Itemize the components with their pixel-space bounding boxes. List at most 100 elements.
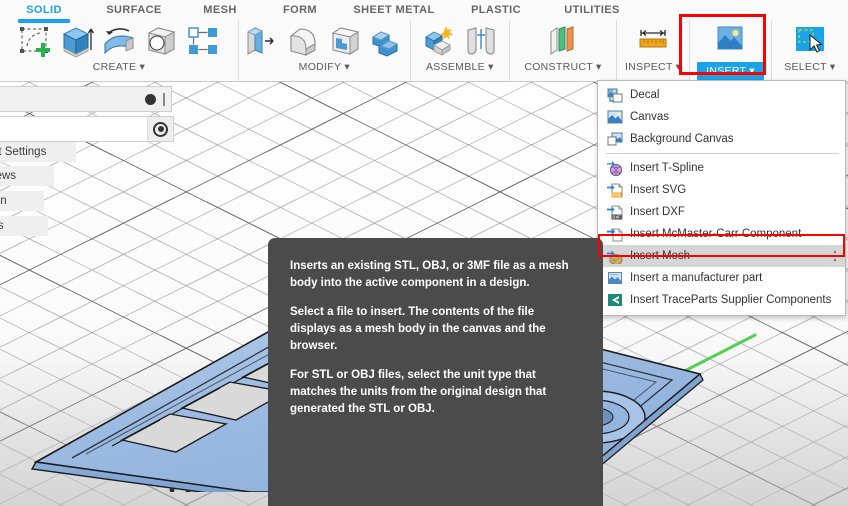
insert-image-icon[interactable] xyxy=(711,22,749,60)
menu-item-label: Insert Mesh xyxy=(630,250,691,262)
menu-item-label: Insert T-Spline xyxy=(630,162,704,174)
menu-item-label: Canvas xyxy=(630,111,669,123)
decal-icon xyxy=(606,87,624,103)
t-spline-icon xyxy=(606,160,624,176)
menu-item-label: Insert SVG xyxy=(630,184,687,196)
tab-solid[interactable]: SOLID xyxy=(0,4,88,16)
tab-label: PLASTIC xyxy=(471,4,521,16)
tab-surface[interactable]: SURFACE xyxy=(88,4,180,16)
panel-resize-handle[interactable] xyxy=(163,92,165,106)
tab-label: UTILITIES xyxy=(564,4,620,16)
hole-icon[interactable] xyxy=(142,22,180,60)
tab-form[interactable]: FORM xyxy=(260,4,340,16)
menu-item-label: Insert McMaster-Carr Component xyxy=(630,228,802,240)
pattern-icon[interactable] xyxy=(184,22,222,60)
browser-item-bodies[interactable]: odies xyxy=(0,216,48,236)
ribbon-panel-modify: MODIFY ▾ xyxy=(237,20,410,81)
browser-search-strip[interactable] xyxy=(0,116,174,142)
menu-item-decal[interactable]: Decal xyxy=(598,84,845,106)
browser-target-button[interactable] xyxy=(147,117,173,141)
vertical-dots-icon[interactable] xyxy=(833,249,836,263)
offset-plane-icon[interactable] xyxy=(544,22,582,60)
menu-item-insert-dxf[interactable]: DXF Insert DXF xyxy=(598,201,845,223)
create-panel-label[interactable]: CREATE ▾ xyxy=(93,61,145,73)
tab-mesh[interactable]: MESH xyxy=(180,4,260,16)
create-sketch-icon[interactable] xyxy=(16,22,54,60)
svg-text:SVG: SVG xyxy=(612,192,621,197)
fillet-icon[interactable] xyxy=(284,22,322,60)
browser-item-label: ment Settings xyxy=(0,146,47,158)
press-pull-icon[interactable] xyxy=(242,22,280,60)
menu-item-insert-t-spline[interactable]: Insert T-Spline xyxy=(598,157,845,179)
browser-item-named-views[interactable]: d Views xyxy=(0,166,54,186)
target-icon xyxy=(153,121,168,137)
insert-button[interactable]: INSERT ▾ xyxy=(697,62,764,80)
menu-item-insert-svg[interactable]: SVG Insert SVG xyxy=(598,179,845,201)
select-window-icon[interactable] xyxy=(791,22,829,60)
ribbon-panel-inspect: INSPECT ▾ xyxy=(615,20,689,81)
tab-plastic[interactable]: PLASTIC xyxy=(448,4,544,16)
browser-item-label: Origin xyxy=(0,195,7,207)
menu-item-canvas[interactable]: Canvas xyxy=(598,106,845,128)
tab-label: SHEET METAL xyxy=(353,4,435,16)
insert-mesh-tooltip: Inserts an existing STL, OBJ, or 3MF fil… xyxy=(268,238,603,506)
tooltip-paragraph-3: For STL or OBJ files, select the unit ty… xyxy=(290,369,547,415)
tooltip-paragraph-1: Inserts an existing STL, OBJ, or 3MF fil… xyxy=(290,260,569,289)
construct-panel-label[interactable]: CONSTRUCT ▾ xyxy=(524,61,601,73)
construct-tools xyxy=(544,20,582,60)
menu-item-label: Background Canvas xyxy=(630,133,734,145)
browser-item-label: odies xyxy=(0,220,4,232)
browser-item-origin[interactable]: Origin xyxy=(0,191,44,211)
menu-item-insert-traceparts-supplier-components[interactable]: Insert TraceParts Supplier Components xyxy=(598,289,845,311)
revolve-icon[interactable] xyxy=(100,22,138,60)
tab-label: MESH xyxy=(203,4,237,16)
inspect-panel-label[interactable]: INSPECT ▾ xyxy=(625,61,681,73)
menu-item-label: Insert TraceParts Supplier Components xyxy=(630,294,832,306)
ribbon-panel-row: CREATE ▾ MODIFY ▾ ASSEMBLE ▾ CONSTRUCT ▾… xyxy=(0,20,848,81)
tab-label: SURFACE xyxy=(106,4,162,16)
assemble-tools xyxy=(420,20,500,60)
menu-item-label: Insert a manufacturer part xyxy=(630,272,763,284)
modify-panel-label[interactable]: MODIFY ▾ xyxy=(299,61,350,73)
manufacturer-part-icon xyxy=(606,270,624,286)
assemble-panel-label[interactable]: ASSEMBLE ▾ xyxy=(426,61,494,73)
ribbon-panel-insert: INSERT ▾ xyxy=(689,20,770,81)
tab-utilities[interactable]: UTILITIES xyxy=(544,4,640,16)
tab-sheet-metal[interactable]: SHEET METAL xyxy=(340,4,448,16)
ribbon-panel-assemble: ASSEMBLE ▾ xyxy=(409,20,509,81)
shell-icon[interactable] xyxy=(326,22,364,60)
canvas-icon xyxy=(606,109,624,125)
new-component-icon[interactable] xyxy=(420,22,458,60)
tab-label: FORM xyxy=(283,4,317,16)
extrude-icon[interactable] xyxy=(58,22,96,60)
inspect-tools xyxy=(634,20,672,60)
combine-icon[interactable] xyxy=(368,22,406,60)
insert-tools xyxy=(711,20,749,60)
modify-tools xyxy=(242,20,406,60)
visibility-dot-icon[interactable] xyxy=(145,93,156,105)
tab-label: SOLID xyxy=(26,4,62,16)
measure-icon[interactable] xyxy=(634,22,672,60)
traceparts-icon xyxy=(606,292,624,308)
select-tools xyxy=(791,20,829,60)
dxf-icon: DXF xyxy=(606,204,624,220)
select-panel-label[interactable]: SELECT ▾ xyxy=(784,61,835,73)
fusion360-window: ment Settings d Views Origin odies Inser… xyxy=(0,0,848,506)
ribbon-panel-construct: CONSTRUCT ▾ xyxy=(508,20,616,81)
browser-item-document-settings[interactable]: ment Settings xyxy=(0,142,76,162)
menu-item-insert-mcmaster-carr-component[interactable]: Insert McMaster-Carr Component xyxy=(598,223,845,245)
ribbon-panel-select: SELECT ▾ xyxy=(770,20,848,81)
browser-toolbar-strip[interactable] xyxy=(0,86,172,112)
menu-item-insert-a-manufacturer-part[interactable]: Insert a manufacturer part xyxy=(598,267,845,289)
insert-mesh-icon xyxy=(606,248,624,264)
tooltip-paragraph-2: Select a file to insert. The contents of… xyxy=(290,306,546,352)
ribbon-tab-bar: SOLID SURFACE MESH FORM SHEET METAL PLAS… xyxy=(0,0,848,20)
joint-icon[interactable] xyxy=(462,22,500,60)
menu-item-insert-mesh[interactable]: Insert Mesh xyxy=(598,245,845,267)
insert-dropdown-menu[interactable]: Decal Canvas Background Canvas Insert T-… xyxy=(597,80,846,316)
mcmaster-carr-icon xyxy=(606,226,624,242)
create-tools xyxy=(16,20,222,60)
menu-separator xyxy=(606,153,839,154)
svg-text:DXF: DXF xyxy=(612,214,621,219)
menu-item-background-canvas[interactable]: Background Canvas xyxy=(598,128,845,150)
